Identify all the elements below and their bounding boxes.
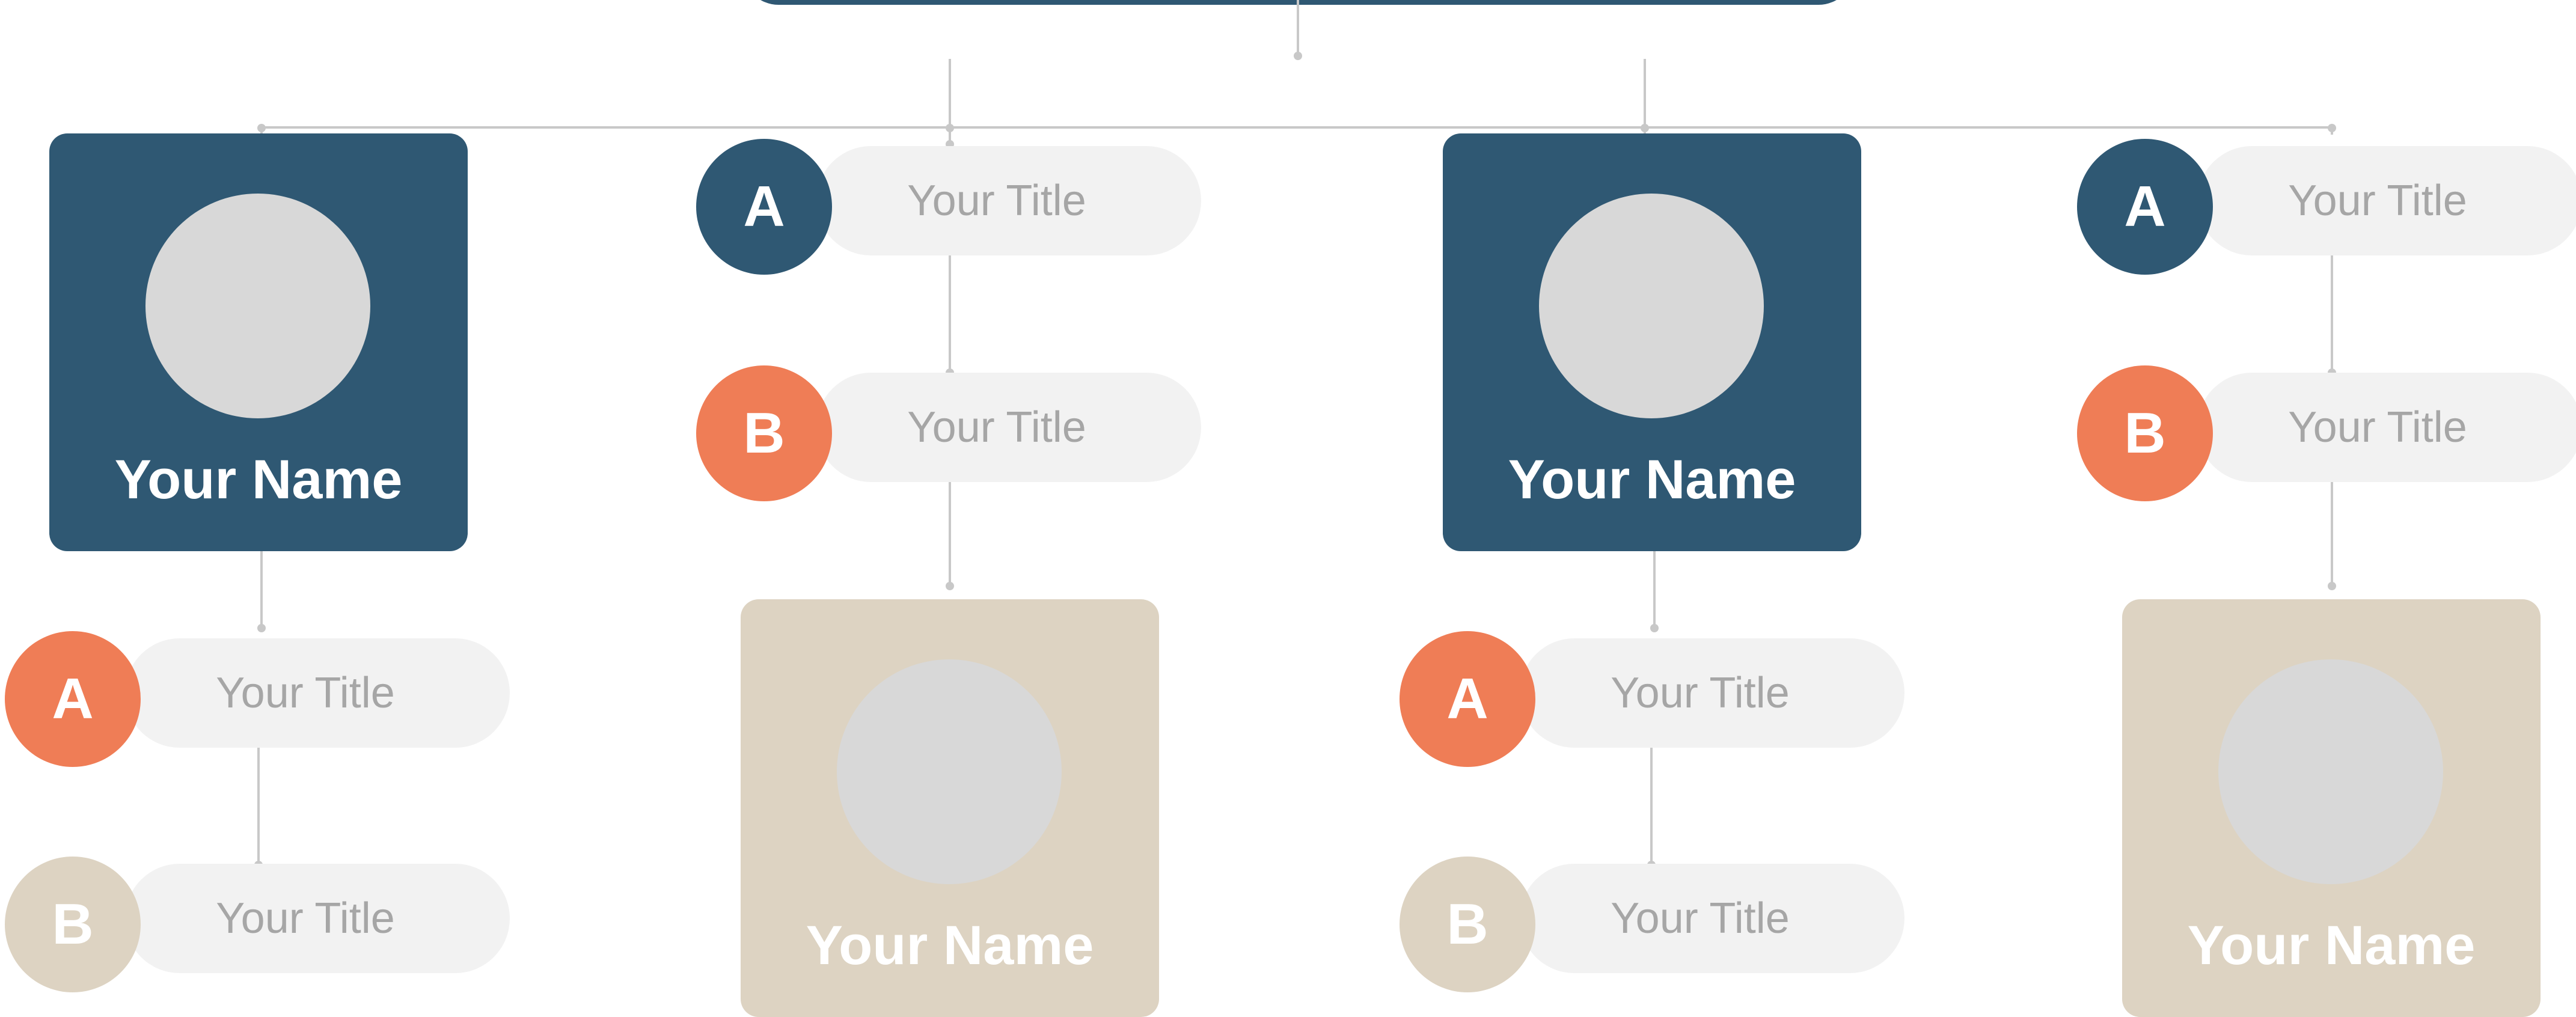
letter-badge: B [5,857,141,992]
title-text: Your Title [1611,894,1790,942]
person-card: Your Name [1443,133,1861,551]
letter-badge: A [696,139,832,275]
letter-badge: B [1400,857,1535,992]
top-connector [1297,0,1299,55]
connector-dot [946,124,954,132]
person-card: Your Name [49,133,468,551]
vertical-connector [257,745,260,866]
title-pill: Your Title A [2077,139,2576,275]
title-text: Your Title [907,177,1086,225]
letter-badge: A [5,631,141,767]
letter-badge: B [2077,365,2213,501]
vertical-connector [260,550,263,628]
vertical-connector [949,478,951,586]
title-text: Your Title [2288,177,2467,225]
vertical-connector [1650,745,1653,866]
avatar-placeholder [2218,659,2443,884]
vertical-connector [949,252,951,373]
connector-dot [257,124,266,132]
connector-dot [946,582,954,590]
title-pill: Your Title A [1400,631,1904,767]
title-pill: Your Title B [696,365,1201,501]
person-name: Your Name [2187,915,2476,976]
title-text: Your Title [216,669,395,717]
connector-dot [1641,124,1649,132]
person-name: Your Name [114,449,403,510]
vertical-connector [2331,252,2333,373]
person-card: Your Name [2122,599,2541,1017]
title-text: Your Title [1611,669,1790,717]
title-pill: Your Title B [1400,857,1904,992]
title-pill: Your Title A [5,631,510,767]
connector-dot [2328,582,2336,590]
letter-badge: A [1400,631,1535,767]
title-text: Your Title [2288,403,2467,451]
avatar-placeholder [145,194,370,418]
vertical-connector [2331,478,2333,586]
connector-dot [1294,52,1302,60]
connector-dot [257,624,266,632]
avatar-placeholder [837,659,1062,884]
title-pill: Your Title B [2077,365,2576,501]
title-pill: Your Title A [696,139,1201,275]
person-name: Your Name [806,915,1094,976]
letter-badge: A [2077,139,2213,275]
avatar-placeholder [1539,194,1764,418]
org-chart: Your Name Your Title A Your Title B Your Titl… [0,0,2576,1017]
vertical-connector [1653,550,1656,628]
person-name: Your Name [1508,449,1796,510]
letter-badge: B [696,365,832,501]
main-horizontal-connector [262,126,2336,129]
connector-dot [2328,124,2336,132]
connector-dot [1650,624,1659,632]
title-pill: Your Title B [5,857,510,992]
title-text: Your Title [216,894,395,942]
person-card: Your Name [741,599,1159,1017]
title-text: Your Title [907,403,1086,451]
